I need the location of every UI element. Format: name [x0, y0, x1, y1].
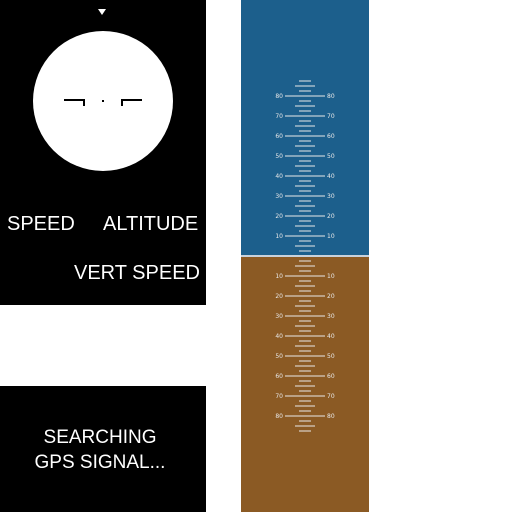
- pitch-label-left: 80: [275, 93, 283, 100]
- gps-status-line-2: GPS SIGNAL...: [34, 452, 166, 473]
- pitch-label-right: 10: [327, 273, 335, 280]
- pitch-label-right: 60: [327, 373, 335, 380]
- pitch-label-right: 70: [327, 393, 335, 400]
- pitch-label-right: 50: [327, 353, 335, 360]
- pitch-label-right: 60: [327, 133, 335, 140]
- pitch-label-left: 20: [275, 293, 283, 300]
- pitch-label-left: 60: [275, 133, 283, 140]
- pitch-label-left: 80: [275, 413, 283, 420]
- attitude-indicator: [33, 31, 173, 171]
- pitch-label-left: 40: [275, 333, 283, 340]
- pitch-label-left: 10: [275, 273, 283, 280]
- pitch-label-left: 30: [275, 193, 283, 200]
- pitch-label-left: 10: [275, 233, 283, 240]
- pitch-label-left: 40: [275, 173, 283, 180]
- ground-background: [241, 256, 369, 512]
- pitch-label-right: 80: [327, 413, 335, 420]
- heading-caret-icon: [98, 9, 106, 15]
- speed-label: SPEED: [7, 213, 75, 235]
- pitch-label-right: 70: [327, 113, 335, 120]
- gps-status-line-1: SEARCHING: [43, 427, 157, 448]
- pitch-ladder: 10 10 20 20 30 30 40 40 50 50 60 60 70 70 80 80 10 10 20 20…: [241, 0, 369, 512]
- pitch-label-right: 40: [327, 333, 335, 340]
- pitch-label-left: 70: [275, 113, 283, 120]
- sky-background: [241, 0, 369, 256]
- pitch-label-left: 20: [275, 213, 283, 220]
- pitch-label-right: 80: [327, 93, 335, 100]
- altitude-label: ALTITUDE: [103, 213, 199, 235]
- horizon-line: [241, 255, 369, 257]
- pitch-label-right: 50: [327, 153, 335, 160]
- pitch-label-right: 20: [327, 213, 335, 220]
- vertical-speed-label: VERT SPEED: [74, 262, 200, 284]
- pitch-label-right: 20: [327, 293, 335, 300]
- pitch-label-left: 50: [275, 353, 283, 360]
- pitch-label-right: 40: [327, 173, 335, 180]
- pitch-label-left: 70: [275, 393, 283, 400]
- pitch-label-right: 30: [327, 313, 335, 320]
- aircraft-symbol-icon: [64, 99, 142, 106]
- pitch-label-left: 30: [275, 313, 283, 320]
- pitch-label-right: 30: [327, 193, 335, 200]
- pitch-label-left: 50: [275, 153, 283, 160]
- pitch-label-right: 10: [327, 233, 335, 240]
- pitch-label-left: 60: [275, 373, 283, 380]
